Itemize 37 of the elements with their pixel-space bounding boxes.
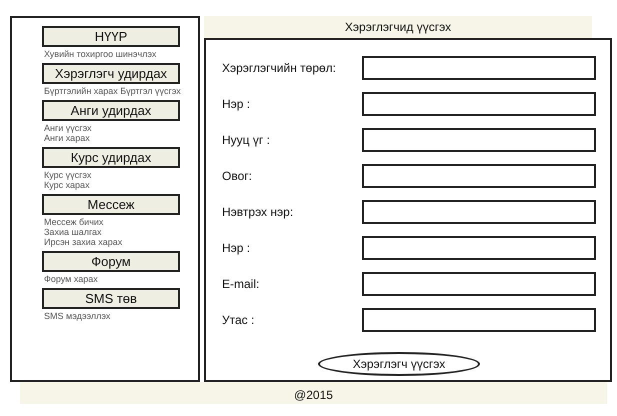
input-field[interactable] [362, 236, 596, 260]
nav-button[interactable]: SMS төв [42, 288, 180, 309]
nav-button[interactable]: Форум [42, 251, 180, 272]
nav-button[interactable]: Курс удирдах [42, 147, 180, 168]
form-title: Хэрэглэгчид үүсгэх [204, 16, 592, 38]
submit-button[interactable]: Хэрэглэгч үүсгэх [318, 352, 480, 376]
nav-link[interactable]: Курс үүсгэх [44, 170, 184, 180]
field-label: Хэрэглэгчийн төрөл: [222, 61, 336, 75]
nav-button[interactable]: Хэрэглэгч удирдах [42, 63, 180, 84]
field-label: Овог: [222, 169, 252, 183]
input-field[interactable] [362, 164, 596, 188]
nav-button[interactable]: Мессеж [42, 194, 180, 215]
nav-link[interactable]: Хувийн тохиргоо шинэчлэх [44, 49, 184, 59]
nav-link[interactable]: Бүртгэлийн харах Бүртгэл үүсгэх [44, 86, 184, 96]
nav-link[interactable]: Анги харах [44, 133, 184, 143]
nav-link[interactable]: Захиа шалгах [44, 227, 184, 237]
field-label: Нэр : [222, 241, 250, 255]
nav-link[interactable]: Мессеж бичих [44, 217, 184, 227]
nav-link[interactable]: SMS мэдээллэх [44, 311, 184, 321]
nav-link[interactable]: Курс харах [44, 180, 184, 190]
input-field[interactable] [362, 200, 596, 224]
nav-link[interactable]: Форум харах [44, 274, 184, 284]
nav-button[interactable]: Анги удирдах [42, 100, 180, 121]
input-field[interactable] [362, 56, 596, 80]
input-field[interactable] [362, 272, 596, 296]
field-label: Нууц үг : [222, 133, 270, 147]
field-label: Утас : [222, 313, 254, 327]
input-field[interactable] [362, 128, 596, 152]
field-label: Нэвтрэх нэр: [222, 205, 294, 219]
input-field[interactable] [362, 92, 596, 116]
nav-link[interactable]: Ирсэн захиа харах [44, 237, 184, 247]
field-label: E-mail: [222, 277, 260, 291]
input-field[interactable] [362, 308, 596, 332]
footer-text: @2015 [20, 382, 607, 404]
field-label: Нэр : [222, 97, 250, 111]
nav-button[interactable]: НҮҮР [42, 26, 180, 47]
nav-link[interactable]: Анги үүсгэх [44, 123, 184, 133]
